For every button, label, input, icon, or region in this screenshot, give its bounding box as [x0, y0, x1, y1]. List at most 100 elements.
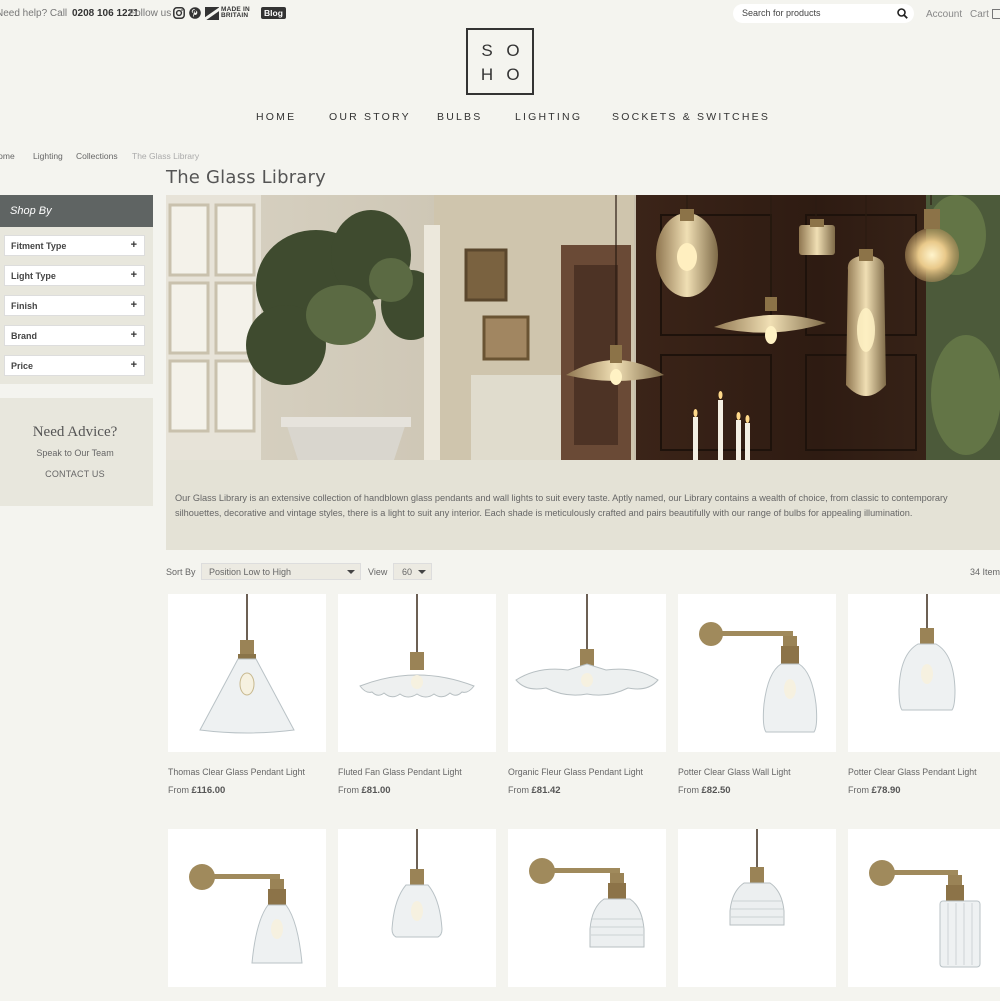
- product-card[interactable]: [338, 829, 496, 987]
- flag-icon: [205, 6, 219, 20]
- product-card[interactable]: [848, 594, 1000, 752]
- price-value: £82.50: [701, 785, 731, 796]
- filter-label: Price: [11, 361, 34, 371]
- nav-home[interactable]: HOME: [256, 111, 296, 123]
- shop-by-label: Shop By: [10, 205, 52, 217]
- view-count-select[interactable]: 60: [393, 563, 432, 580]
- dropdown-caret-icon: [347, 570, 355, 574]
- view-label: View: [368, 567, 388, 577]
- filter-label: Finish: [11, 301, 38, 311]
- product-image: [898, 594, 956, 711]
- sort-by-label: Sort By: [166, 567, 196, 577]
- instagram-icon[interactable]: [173, 7, 185, 19]
- logo-letter: O: [506, 41, 520, 60]
- product-image: [729, 829, 785, 926]
- price-value: £116.00: [191, 785, 226, 796]
- breadcrumb-lighting[interactable]: Lighting: [33, 151, 63, 161]
- product-price: From £78.90: [848, 785, 901, 796]
- breadcrumb-current: The Glass Library: [132, 151, 200, 161]
- product-card[interactable]: [508, 829, 666, 987]
- item-count: 34 Items: [970, 567, 1000, 577]
- search-box: [733, 4, 914, 23]
- banner-scene: [166, 195, 1000, 460]
- blog-link[interactable]: Blog: [261, 7, 286, 19]
- filter-list: Fitment Type + Light Type + Finish + Bra…: [0, 227, 153, 384]
- product-card[interactable]: [168, 829, 326, 987]
- cart-link[interactable]: Cart: [970, 9, 989, 20]
- product-card[interactable]: [168, 594, 326, 752]
- nav-sockets-switches[interactable]: SOCKETS & SWITCHES: [612, 111, 770, 123]
- filter-finish[interactable]: Finish +: [4, 295, 145, 316]
- description-text: Our Glass Library is an extensive collec…: [175, 493, 948, 518]
- soho-logo[interactable]: S O H O: [466, 28, 534, 95]
- price-from: From: [168, 785, 189, 795]
- product-name[interactable]: Potter Clear Glass Pendant Light: [848, 767, 977, 777]
- product-card[interactable]: [678, 829, 836, 987]
- product-price: From £81.42: [508, 785, 561, 796]
- search-input[interactable]: [742, 8, 892, 18]
- filter-fitment-type[interactable]: Fitment Type +: [4, 235, 145, 256]
- product-name[interactable]: Thomas Clear Glass Pendant Light: [168, 767, 305, 777]
- help-text: Need help? Call: [0, 8, 68, 19]
- plus-icon: +: [130, 269, 137, 281]
- need-advice-heading: Need Advice?: [32, 424, 118, 440]
- price-value: £81.42: [531, 785, 561, 796]
- product-name[interactable]: Fluted Fan Glass Pendant Light: [338, 767, 462, 777]
- product-image: [391, 829, 443, 938]
- logo-letter: S: [481, 41, 493, 60]
- product-price: From £82.50: [678, 785, 731, 796]
- need-advice-panel: Need Advice? Speak to Our Team CONTACT U…: [0, 398, 153, 506]
- product-card[interactable]: [508, 594, 666, 752]
- product-image: [359, 594, 475, 698]
- price-from: From: [338, 785, 359, 795]
- nav-our-story[interactable]: OUR STORY: [329, 111, 411, 123]
- filter-label: Light Type: [11, 271, 56, 281]
- product-image: [529, 858, 645, 948]
- product-image: [189, 864, 303, 964]
- breadcrumb-home[interactable]: Home: [0, 151, 15, 161]
- shop-by-header: Shop By: [0, 195, 153, 227]
- product-card[interactable]: [678, 594, 836, 752]
- search-icon[interactable]: [897, 8, 908, 19]
- plus-icon: +: [130, 299, 137, 311]
- follow-us-label: Follow us: [129, 8, 172, 19]
- logo-letter: O: [506, 65, 520, 84]
- made-in-britain-badge: MADE IN BRITAIN: [205, 6, 261, 20]
- plus-icon: +: [130, 239, 137, 251]
- account-link[interactable]: Account: [926, 9, 962, 20]
- made-in-britain-text: MADE IN BRITAIN: [221, 5, 250, 19]
- filter-label: Brand: [11, 331, 38, 341]
- price-from: From: [508, 785, 529, 795]
- price-from: From: [678, 785, 699, 795]
- view-value: 60: [402, 567, 413, 577]
- product-image: [869, 860, 981, 968]
- collection-banner-image: [166, 195, 1000, 460]
- filter-light-type[interactable]: Light Type +: [4, 265, 145, 286]
- product-image: [699, 622, 818, 733]
- top-bar: Need help? Call 0208 106 1221 Follow us …: [0, 0, 1000, 28]
- sort-value: Position Low to High: [209, 567, 292, 577]
- product-name[interactable]: Potter Clear Glass Wall Light: [678, 767, 791, 777]
- dropdown-caret-icon: [418, 570, 426, 574]
- product-card[interactable]: [338, 594, 496, 752]
- filter-price[interactable]: Price +: [4, 355, 145, 376]
- sort-by-select[interactable]: Position Low to High: [201, 563, 361, 580]
- cart-icon[interactable]: [992, 9, 1000, 19]
- product-image: [199, 594, 295, 734]
- need-advice-sub: Speak to Our Team: [36, 448, 114, 458]
- price-value: £78.90: [871, 785, 901, 796]
- product-image: [515, 594, 659, 696]
- logo-letter: H: [480, 65, 494, 84]
- filter-label: Fitment Type: [11, 241, 67, 251]
- pinterest-icon[interactable]: [189, 7, 201, 19]
- product-name[interactable]: Organic Fleur Glass Pendant Light: [508, 767, 643, 777]
- contact-us-link[interactable]: CONTACT US: [0, 469, 150, 479]
- product-price: From £81.00: [338, 785, 391, 796]
- filter-brand[interactable]: Brand +: [4, 325, 145, 346]
- breadcrumb-collections[interactable]: Collections: [76, 151, 118, 161]
- plus-icon: +: [130, 359, 137, 371]
- product-card[interactable]: [848, 829, 1000, 987]
- price-from: From: [848, 785, 869, 795]
- nav-bulbs[interactable]: BULBS: [437, 111, 482, 123]
- nav-lighting[interactable]: LIGHTING: [515, 111, 582, 123]
